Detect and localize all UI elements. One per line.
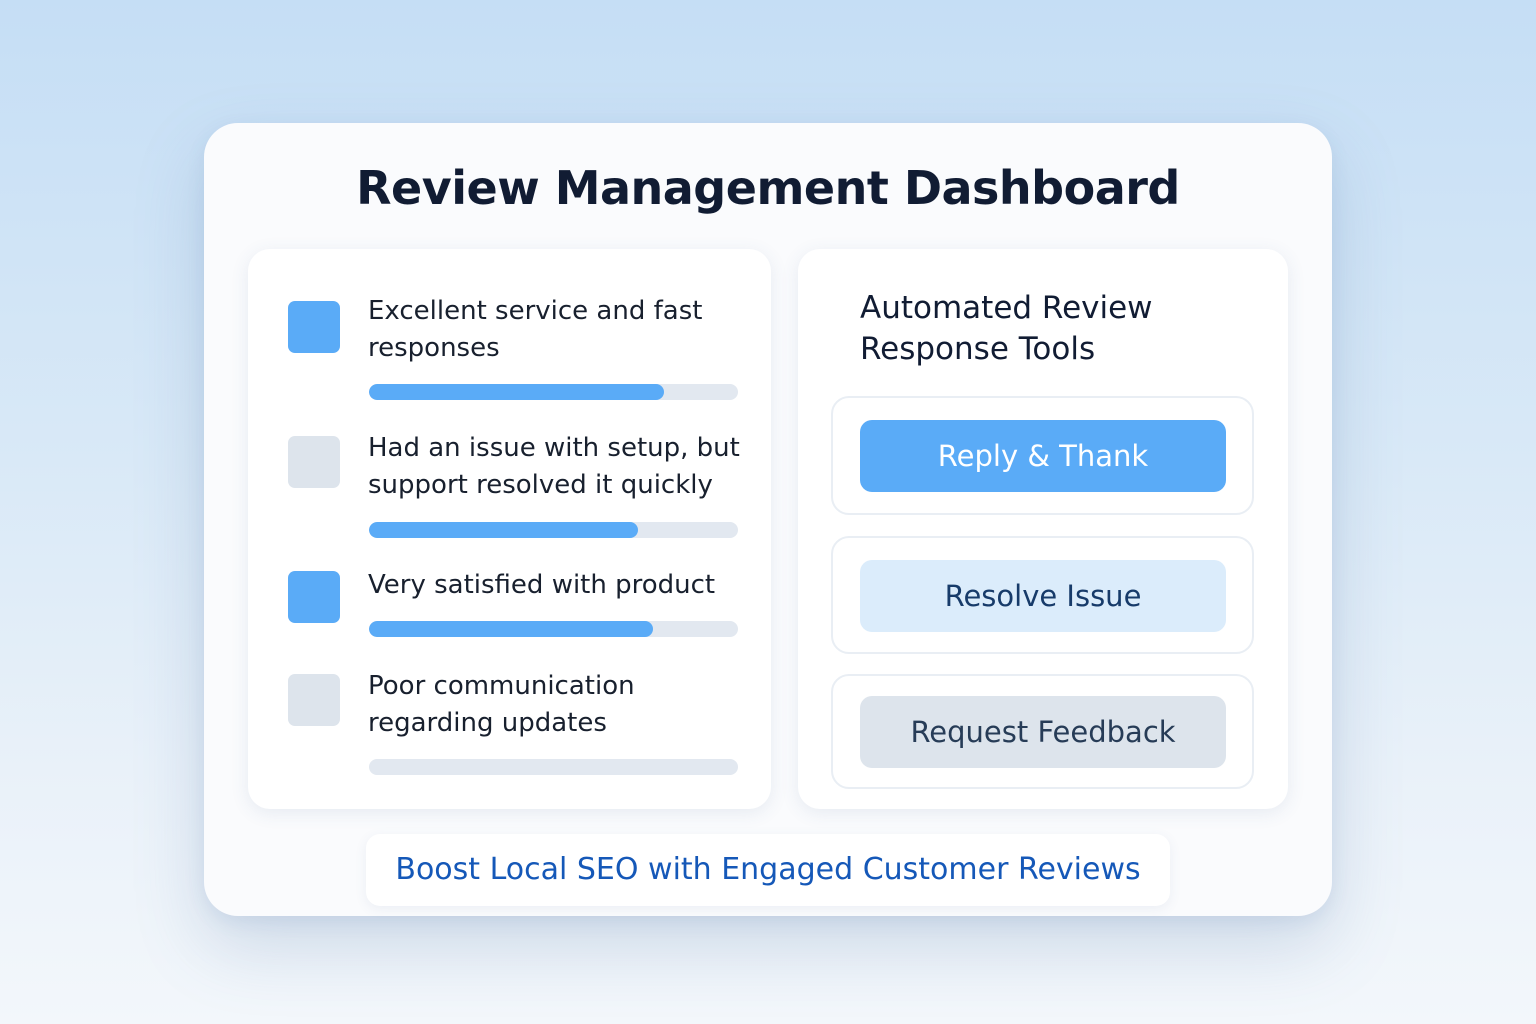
seo-tagline-banner: Boost Local SEO with Engaged Customer Re… (366, 834, 1170, 906)
review-text: Poor communication regarding updates (368, 671, 635, 738)
review-score-bar (369, 522, 738, 538)
review-text: Had an issue with setup, but support res… (368, 433, 740, 500)
tools-title: Automated Review Response Tools (860, 290, 1153, 367)
review-score-fill (369, 621, 654, 637)
review-checkbox[interactable] (288, 436, 340, 488)
reply-thank-button[interactable]: Reply & Thank (860, 420, 1226, 492)
review-score-bar (369, 759, 738, 775)
review-text: Excellent service and fast responses (368, 296, 703, 363)
review-score-fill (369, 384, 665, 400)
review-score-bar (369, 621, 738, 637)
review-score-bar (369, 384, 738, 400)
review-checkbox[interactable] (288, 571, 340, 623)
review-checkbox[interactable] (288, 301, 340, 353)
request-feedback-button[interactable]: Request Feedback (860, 696, 1226, 768)
resolve-issue-button[interactable]: Resolve Issue (860, 560, 1226, 632)
page-title: Review Management Dashboard (356, 161, 1180, 215)
review-score-fill (369, 522, 639, 538)
review-text: Very satisfied with product (368, 570, 716, 600)
review-checkbox[interactable] (288, 674, 340, 726)
